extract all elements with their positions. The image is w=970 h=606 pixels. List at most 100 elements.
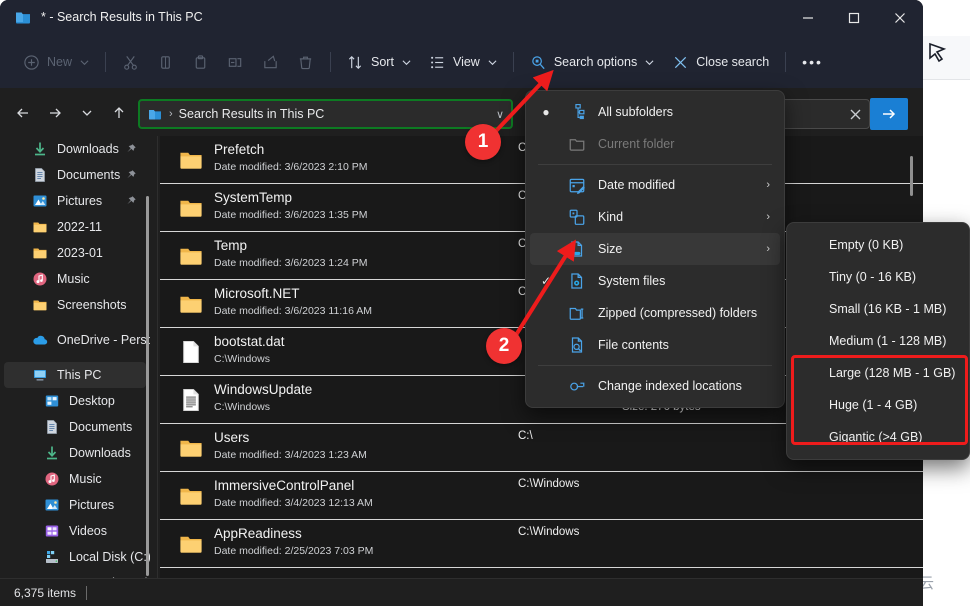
forward-button[interactable]: [42, 100, 68, 126]
size-option-empty[interactable]: Empty (0 KB): [791, 229, 965, 261]
size-option-small[interactable]: Small (16 KB - 1 MB): [791, 293, 965, 325]
videos-icon: [44, 523, 60, 539]
sidebar-item-label: Documents: [69, 420, 133, 434]
onedrive-icon: [33, 335, 48, 345]
chevron-down-icon: [645, 59, 654, 65]
close-search-button[interactable]: Close search: [663, 46, 778, 78]
index-search-icon: [570, 382, 585, 391]
search-submit-button[interactable]: [870, 98, 908, 130]
sidebar-scrollbar[interactable]: [146, 196, 149, 576]
sidebar-item-downloads[interactable]: Downloads: [4, 136, 146, 162]
sidebar-item-2023-01[interactable]: 2023-01: [4, 240, 146, 266]
menu-item-system-files[interactable]: ✓ System files: [530, 265, 780, 297]
file-name: Temp: [214, 238, 248, 253]
menu-item-size[interactable]: Size ›: [530, 233, 780, 265]
folder-icon: [180, 296, 202, 313]
size-option-tiny[interactable]: Tiny (0 - 16 KB): [791, 261, 965, 293]
address-dropdown-icon[interactable]: ∨: [496, 108, 504, 121]
file-explorer-window: * - Search Results in This PC New Sort V…: [0, 0, 923, 606]
clear-search-button[interactable]: [841, 100, 869, 128]
view-label: View: [452, 55, 480, 69]
table-row[interactable]: ImmersiveControlPanel Date modified: 3/4/…: [160, 472, 923, 520]
rename-button[interactable]: [218, 46, 253, 78]
copy-button[interactable]: [148, 46, 183, 78]
sort-label: Sort: [371, 55, 394, 69]
desktop-icon: [44, 393, 60, 409]
sort-button[interactable]: Sort: [338, 46, 420, 78]
new-button[interactable]: New: [14, 46, 98, 78]
delete-button[interactable]: [288, 46, 323, 78]
share-button[interactable]: [253, 46, 288, 78]
folder-icon: [178, 531, 204, 557]
close-icon: [895, 13, 905, 23]
chevron-down-icon: [80, 59, 89, 65]
download-icon: [44, 445, 60, 461]
menu-item-date-modified[interactable]: Date modified ›: [530, 169, 780, 201]
up-button[interactable]: [106, 100, 132, 126]
scissors-icon: [124, 55, 137, 70]
sidebar-item-music[interactable]: Music: [4, 266, 146, 292]
sidebar-item-2022-11[interactable]: 2022-11: [4, 214, 146, 240]
menu-item-label: System files: [598, 274, 666, 288]
file-list-scrollbar[interactable]: [910, 156, 913, 196]
sidebar-item-screenshots[interactable]: Screenshots: [4, 292, 146, 318]
menu-item-file-contents[interactable]: File contents: [530, 329, 780, 361]
paste-button[interactable]: [183, 46, 218, 78]
sidebar-item-downloads[interactable]: Downloads: [4, 440, 146, 466]
search-options-button[interactable]: Search options: [521, 46, 663, 78]
kind-icon: [569, 209, 585, 225]
address-bar[interactable]: › Search Results in This PC ∨: [138, 99, 513, 129]
navigation-pane[interactable]: Downloads Documents Pictures 2022-11 2023-01…: [0, 136, 150, 578]
cut-button[interactable]: [113, 46, 148, 78]
menu-item-current-folder: Current folder: [530, 128, 780, 160]
table-row[interactable]: AppReadiness Date modified: 2/25/2023 7:0…: [160, 520, 923, 568]
file-path-column: C:\Windows: [518, 526, 580, 538]
sidebar-item-pictures[interactable]: Pictures: [4, 188, 146, 214]
system-file-icon: [568, 272, 586, 290]
sidebar-item-label: Pictures: [69, 498, 115, 512]
subfolders-icon: [568, 103, 586, 121]
pane-divider[interactable]: [157, 136, 158, 578]
sidebar-item-this-pc[interactable]: This PC: [4, 362, 146, 388]
sidebar-item-local-disk-c[interactable]: Local Disk (C:): [4, 544, 150, 570]
sidebar-item-documents[interactable]: Documents: [4, 162, 146, 188]
more-options-button[interactable]: •••: [793, 46, 832, 78]
more-label: •••: [802, 54, 823, 70]
menu-item-kind[interactable]: Kind ›: [530, 201, 780, 233]
recent-locations-button[interactable]: [74, 100, 100, 126]
file-subtext: C:\Windows: [214, 353, 271, 365]
sidebar-item-documents[interactable]: Documents: [4, 414, 146, 440]
sidebar-item-desktop[interactable]: Desktop: [4, 388, 146, 414]
size-icon: [571, 241, 583, 257]
sidebar-item-label: Documents: [57, 168, 121, 182]
folder-outline-icon: [569, 139, 585, 151]
menu-separator: [538, 164, 772, 165]
menu-item-change-indexed-locations[interactable]: Change indexed locations: [530, 370, 780, 402]
sidebar-item-pictures[interactable]: Pictures: [4, 492, 146, 518]
size-option-label: Medium (1 - 128 MB): [829, 334, 947, 348]
size-option-medium[interactable]: Medium (1 - 128 MB): [791, 325, 965, 357]
chevron-down-icon: [488, 59, 497, 65]
annotation-badge-1: 1: [465, 124, 501, 160]
back-button[interactable]: [10, 100, 36, 126]
size-icon: [568, 240, 586, 258]
maximize-button[interactable]: [831, 0, 877, 36]
sidebar-item-label: Screenshots: [57, 298, 127, 312]
minimize-button[interactable]: [785, 0, 831, 36]
menu-item-zipped-compressed-folders[interactable]: Zipped (compressed) folders: [530, 297, 780, 329]
sidebar-item-new-volume-d[interactable]: New Volume (D:: [4, 570, 150, 578]
menu-item-all-subfolders[interactable]: ● All subfolders: [530, 96, 780, 128]
sidebar-item-videos[interactable]: Videos: [4, 518, 146, 544]
view-button[interactable]: View: [420, 46, 506, 78]
sidebar-item-label: 2022-11: [57, 220, 102, 234]
toolbar-divider-4: [785, 52, 787, 72]
sidebar-item-onedrive-person[interactable]: OneDrive - Person: [4, 327, 150, 353]
close-button[interactable]: [877, 0, 923, 36]
document-icon: [32, 167, 48, 183]
size-option-label: Tiny (0 - 16 KB): [829, 270, 917, 284]
download-icon: [32, 141, 48, 157]
window-controls: [785, 0, 923, 36]
menu-item-label: File contents: [598, 338, 669, 352]
search-options-menu[interactable]: ● All subfolders Current folder Date modifi…: [525, 90, 785, 408]
sidebar-item-music[interactable]: Music: [4, 466, 146, 492]
